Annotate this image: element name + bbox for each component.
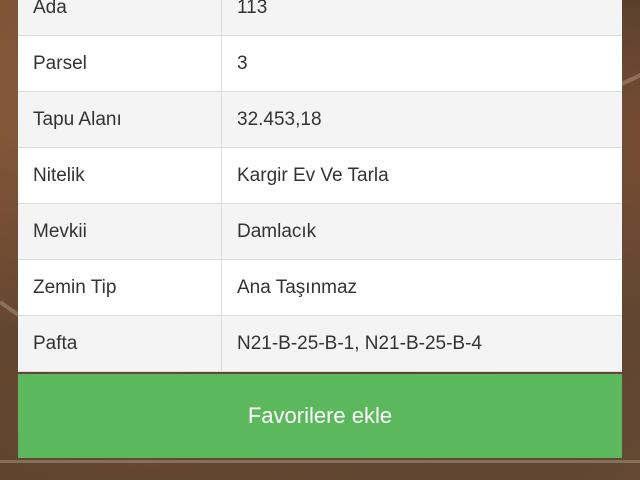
nitelik-label: Nitelik bbox=[18, 148, 222, 203]
ada-value: 113 bbox=[237, 0, 268, 18]
table-row: Zemin Tip Ana Taşınmaz bbox=[18, 260, 622, 316]
tapu-alani-label: Tapu Alanı bbox=[18, 92, 222, 147]
add-to-favorites-button[interactable]: Favorilere ekle bbox=[18, 374, 622, 458]
parsel-value: 3 bbox=[237, 52, 248, 74]
table-row: Ada 113 bbox=[18, 0, 622, 36]
pafta-value: N21-B-25-B-1, N21-B-25-B-4 bbox=[237, 332, 482, 354]
mevkii-label: Mevkii bbox=[18, 204, 222, 259]
table-row: Nitelik Kargir Ev Ve Tarla bbox=[18, 148, 622, 204]
map-road bbox=[0, 460, 640, 463]
table-row: Mevkii Damlacık bbox=[18, 204, 622, 260]
ada-label: Ada bbox=[18, 0, 222, 35]
mevkii-value: Damlacık bbox=[237, 220, 317, 242]
zemin-tip-label: Zemin Tip bbox=[18, 260, 222, 315]
table-row: Pafta N21-B-25-B-1, N21-B-25-B-4 bbox=[18, 316, 622, 372]
tapu-alani-value: 32.453,18 bbox=[237, 108, 322, 130]
table-row: Tapu Alanı 32.453,18 bbox=[18, 92, 622, 148]
parcel-info-panel: Ada 113 Parsel 3 Tapu Alanı 32.453,18 Ni… bbox=[18, 0, 622, 372]
table-row: Parsel 3 bbox=[18, 36, 622, 92]
parsel-label: Parsel bbox=[18, 36, 222, 91]
nitelik-value: Kargir Ev Ve Tarla bbox=[237, 164, 389, 186]
zemin-tip-value: Ana Taşınmaz bbox=[237, 276, 358, 298]
pafta-label: Pafta bbox=[18, 316, 222, 371]
